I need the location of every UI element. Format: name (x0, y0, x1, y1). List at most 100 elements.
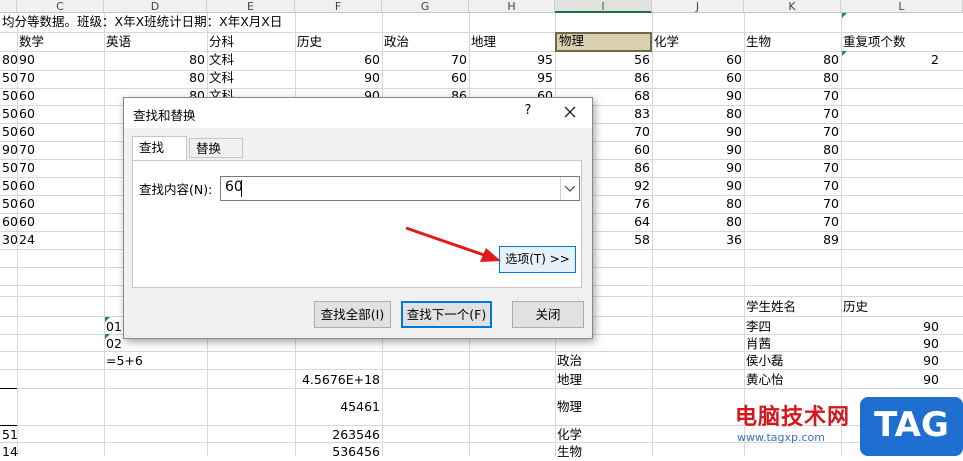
close-button[interactable]: 关闭 (512, 301, 584, 328)
data-cell-k[interactable]: 70 (744, 195, 841, 213)
data-cell-d[interactable]: 80 (104, 51, 207, 69)
cell-k-name[interactable]: 肖茜 (744, 335, 773, 353)
column-header-g[interactable]: G (382, 0, 469, 13)
find-all-button[interactable]: 查找全部(I) (314, 301, 391, 328)
cell-k-name[interactable]: 黄心怡 (744, 371, 786, 389)
cell-f-45461[interactable]: 45461 (295, 398, 382, 416)
data-cell-c[interactable]: 70 (17, 69, 104, 87)
data-cell-l[interactable] (841, 195, 941, 213)
data-cell-l[interactable] (841, 177, 941, 195)
cell-i-geography[interactable]: 地理 (555, 371, 584, 389)
cell-k-name[interactable]: 李四 (744, 318, 773, 336)
data-cell-j[interactable]: 90 (652, 141, 744, 159)
data-cell-g[interactable]: 70 (382, 51, 469, 69)
column-header-blank[interactable] (0, 0, 17, 13)
data-cell-k[interactable]: 70 (744, 87, 841, 105)
data-cell-l[interactable] (841, 69, 941, 87)
data-cell-c[interactable]: 60 (17, 123, 104, 141)
help-button[interactable]: ? (520, 103, 536, 118)
data-cell-j[interactable]: 90 (652, 123, 744, 141)
cell-f-sci[interactable]: 4.5676E+18 (295, 371, 382, 389)
data-cell-c[interactable]: 60 (17, 105, 104, 123)
data-cell-j[interactable]: 60 (652, 69, 744, 87)
find-replace-dialog[interactable]: 查找和替换 ? 查找(D) 替换(P) 查找内容(N): 60 选项(T) >>… (123, 97, 593, 339)
data-cell-k[interactable]: 70 (744, 123, 841, 141)
cell-k-name[interactable]: 侯小磊 (744, 352, 786, 370)
cell-i-physics[interactable]: 物理 (555, 398, 584, 416)
data-cell-b[interactable]: 90 (0, 141, 18, 159)
data-cell-j[interactable]: 90 (652, 87, 744, 105)
header-math[interactable]: 数学 (17, 33, 46, 51)
options-button[interactable]: 选项(T) >> (499, 246, 576, 273)
header-history[interactable]: 历史 (295, 33, 324, 51)
data-cell-l[interactable] (841, 123, 941, 141)
data-cell-k[interactable]: 70 (744, 105, 841, 123)
data-cell-b[interactable]: 30 (0, 231, 18, 249)
data-cell-b[interactable]: 60 (0, 213, 18, 231)
data-cell-k[interactable]: 70 (744, 159, 841, 177)
data-cell-k[interactable]: 70 (744, 177, 841, 195)
data-cell-h[interactable]: 95 (469, 51, 555, 69)
cell-d-formula[interactable]: =5+6 (104, 352, 145, 370)
tab-replace[interactable]: 替换(P) (189, 138, 243, 175)
data-cell-l[interactable]: 2 (841, 51, 941, 69)
data-cell-k[interactable]: 80 (744, 51, 841, 69)
cell-b-14[interactable]: 14 (0, 443, 20, 461)
data-cell-c[interactable]: 70 (17, 141, 104, 159)
data-cell-j[interactable]: 80 (652, 213, 744, 231)
data-cell-i[interactable]: 86 (555, 69, 652, 87)
data-cell-l[interactable] (841, 231, 941, 249)
data-cell-f[interactable]: 90 (295, 69, 382, 87)
column-header-e[interactable]: E (207, 0, 295, 13)
data-cell-k[interactable]: 80 (744, 69, 841, 87)
data-cell-c[interactable]: 60 (17, 213, 104, 231)
header-geography[interactable]: 地理 (469, 33, 498, 51)
cell-l-score[interactable]: 90 (841, 371, 941, 389)
close-icon[interactable] (559, 101, 581, 123)
title-cell[interactable]: 均分等数据。班级：X年X班统计日期：X年X月X日 (0, 13, 284, 31)
column-header-c[interactable]: C (17, 0, 104, 13)
data-cell-k[interactable]: 80 (744, 141, 841, 159)
header-english[interactable]: 英语 (104, 33, 133, 51)
data-cell-b[interactable]: 50 (0, 105, 18, 123)
column-header-i[interactable]: I (555, 0, 652, 13)
cell-l-score[interactable]: 90 (841, 352, 941, 370)
data-cell-j[interactable]: 60 (652, 51, 744, 69)
dialog-titlebar[interactable]: 查找和替换 ? (124, 98, 592, 128)
cell-i-biology[interactable]: 生物 (555, 443, 584, 461)
cell-i-chemistry[interactable]: 化学 (555, 426, 584, 444)
data-cell-j[interactable]: 80 (652, 105, 744, 123)
data-cell-g[interactable]: 60 (382, 69, 469, 87)
data-cell-c[interactable]: 24 (17, 231, 104, 249)
data-cell-b[interactable]: 50 (0, 159, 18, 177)
chevron-down-icon[interactable] (560, 177, 579, 200)
header-biology[interactable]: 生物 (744, 33, 773, 51)
data-cell-j[interactable]: 36 (652, 231, 744, 249)
data-cell-b[interactable]: 50 (0, 123, 18, 141)
cell-f-263546[interactable]: 263546 (295, 426, 382, 444)
column-header-f[interactable]: F (295, 0, 382, 13)
header-chemistry[interactable]: 化学 (652, 33, 681, 51)
cell-l-score[interactable]: 90 (841, 318, 941, 336)
data-cell-c[interactable]: 90 (17, 51, 104, 69)
data-cell-b[interactable]: 50 (0, 87, 18, 105)
data-cell-c[interactable]: 60 (17, 87, 104, 105)
data-cell-i[interactable]: 56 (555, 51, 652, 69)
data-cell-l[interactable] (841, 141, 941, 159)
cell-b-51[interactable]: 51 (0, 426, 20, 444)
find-next-button[interactable]: 查找下一个(F) (401, 301, 492, 328)
column-header-j[interactable]: J (652, 0, 744, 13)
data-cell-b[interactable]: 50 (0, 69, 18, 87)
header-politics[interactable]: 政治 (382, 33, 411, 51)
data-cell-j[interactable]: 90 (652, 177, 744, 195)
tab-find[interactable]: 查找(D) (132, 136, 187, 177)
column-header-d[interactable]: D (104, 0, 207, 13)
data-cell-b[interactable]: 50 (0, 195, 18, 213)
data-cell-k[interactable]: 89 (744, 231, 841, 249)
data-cell-j[interactable]: 80 (652, 195, 744, 213)
column-header-k[interactable]: K (744, 0, 841, 13)
data-cell-e[interactable]: 文科 (207, 69, 295, 87)
data-cell-j[interactable]: 90 (652, 159, 744, 177)
data-cell-k[interactable]: 70 (744, 213, 841, 231)
data-cell-l[interactable] (841, 87, 941, 105)
